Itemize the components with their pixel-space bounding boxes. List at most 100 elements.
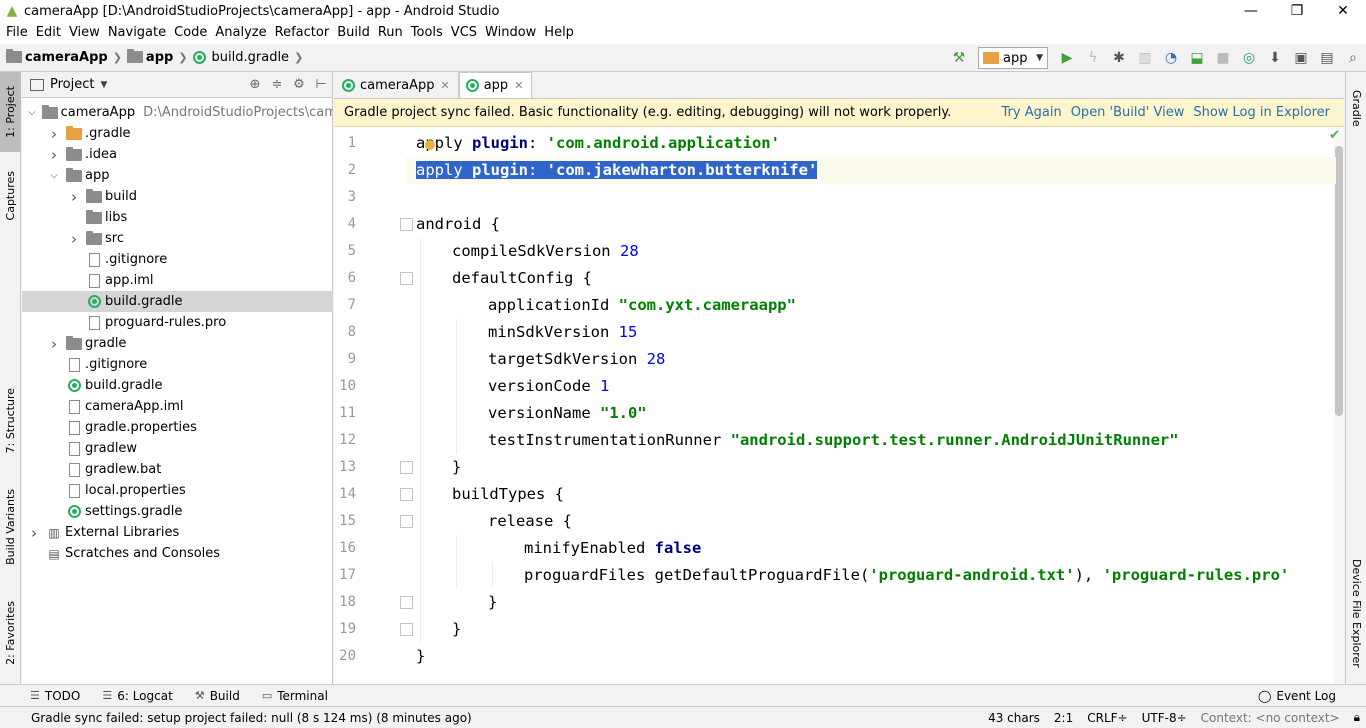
- tree-item[interactable]: build.gradle: [22, 375, 333, 396]
- run-icon[interactable]: ▶: [1054, 46, 1080, 70]
- menu-help[interactable]: Help: [540, 22, 578, 44]
- code-area[interactable]: 1 2 3 4 5 6 7 8 9 10 11 12 13 14 15 16 17 18 19 20 ✔ apply …: [334, 128, 1344, 684]
- status-line-separator[interactable]: CRLF÷: [1087, 711, 1127, 725]
- close-icon[interactable]: ✕: [440, 79, 449, 92]
- tool-tab-build-variants[interactable]: Build Variants: [0, 478, 21, 576]
- fold-marker-icon[interactable]: [400, 596, 413, 609]
- tree-item[interactable]: app.iml: [22, 270, 333, 291]
- fold-marker-icon[interactable]: [400, 515, 413, 528]
- intention-bulb-icon[interactable]: [425, 140, 435, 150]
- tree-item[interactable]: libs: [22, 207, 333, 228]
- try-again-link[interactable]: Try Again: [1002, 105, 1062, 120]
- chevron-right-icon[interactable]: ›: [48, 335, 60, 353]
- gear-icon[interactable]: ⚙: [288, 77, 310, 92]
- status-context[interactable]: Context: <no context>: [1201, 711, 1340, 725]
- fold-marker-icon[interactable]: [400, 623, 413, 636]
- tree-item[interactable]: .gitignore: [22, 354, 333, 375]
- tab-cameraapp[interactable]: cameraApp ✕: [336, 72, 459, 98]
- menu-view[interactable]: View: [65, 22, 104, 44]
- tool-build[interactable]: ⚒ Build: [195, 689, 240, 703]
- fold-marker-icon[interactable]: [400, 272, 413, 285]
- status-message[interactable]: Gradle sync failed: setup project failed…: [0, 711, 472, 725]
- hide-panel-icon[interactable]: ⊢: [310, 77, 332, 92]
- tool-terminal[interactable]: ▭ Terminal: [262, 689, 328, 703]
- tab-app[interactable]: app ✕: [458, 72, 533, 98]
- locate-file-icon[interactable]: ⊕: [244, 77, 266, 92]
- fold-marker-icon[interactable]: [400, 218, 413, 231]
- stop-icon[interactable]: ■: [1210, 46, 1236, 70]
- menu-build[interactable]: Build: [333, 22, 374, 44]
- tree-item[interactable]: proguard-rules.pro: [22, 312, 333, 333]
- chevron-down-icon[interactable]: ⌵: [48, 170, 60, 181]
- apply-changes-icon[interactable]: ϟ: [1080, 46, 1106, 70]
- project-structure-icon[interactable]: ▤: [1314, 46, 1340, 70]
- search-icon[interactable]: ⌕: [1340, 46, 1366, 70]
- chevron-right-icon[interactable]: ›: [68, 188, 80, 206]
- minimize-button[interactable]: —: [1228, 0, 1274, 22]
- chevron-right-icon[interactable]: ›: [48, 125, 60, 143]
- run-with-coverage-icon[interactable]: ▥: [1132, 46, 1158, 70]
- tree-item[interactable]: .gitignore: [22, 249, 333, 270]
- make-project-hammer-icon[interactable]: ⚒: [946, 46, 972, 70]
- tool-tab-device-file-explorer[interactable]: Device File Explorer: [1346, 550, 1366, 676]
- tree-item[interactable]: ▤ Scratches and Consoles: [22, 543, 333, 564]
- fold-marker-icon[interactable]: [400, 488, 413, 501]
- attach-debugger-icon[interactable]: ⬓: [1184, 46, 1210, 70]
- close-button[interactable]: ✕: [1320, 0, 1366, 22]
- tool-logcat[interactable]: ☰ 6: Logcat: [102, 689, 172, 703]
- sync-gradle-icon[interactable]: ◎: [1236, 46, 1262, 70]
- menu-run[interactable]: Run: [374, 22, 407, 44]
- tool-event-log[interactable]: ◯ Event Log: [1258, 689, 1336, 703]
- chevron-right-icon[interactable]: ›: [48, 146, 60, 164]
- tool-tab-structure[interactable]: 7: Structure: [0, 376, 21, 466]
- tool-tab-captures[interactable]: Captures: [0, 160, 21, 232]
- chevron-right-icon[interactable]: ›: [68, 230, 80, 248]
- show-log-in-explorer-link[interactable]: Show Log in Explorer: [1193, 105, 1330, 120]
- breadcrumb-module[interactable]: app: [126, 48, 173, 65]
- open-build-view-link[interactable]: Open 'Build' View: [1071, 105, 1185, 120]
- close-icon[interactable]: ✕: [514, 79, 523, 92]
- run-configuration-select[interactable]: app ▼: [978, 47, 1048, 69]
- fold-marker-icon[interactable]: [400, 461, 413, 474]
- menu-vcs[interactable]: VCS: [447, 22, 481, 44]
- tree-item[interactable]: › src: [22, 228, 333, 249]
- menu-analyze[interactable]: Analyze: [211, 22, 270, 44]
- profile-icon[interactable]: ◔: [1158, 46, 1184, 70]
- breadcrumb-project[interactable]: cameraApp: [6, 48, 108, 65]
- sdk-manager-icon[interactable]: ▣: [1288, 46, 1314, 70]
- tree-item[interactable]: settings.gradle: [22, 501, 333, 522]
- lock-icon[interactable]: 🔒︎: [1354, 710, 1360, 725]
- menu-file[interactable]: File: [2, 22, 32, 44]
- tool-tab-project[interactable]: 1: Project: [0, 72, 21, 152]
- tree-item[interactable]: ⌵ cameraApp D:\AndroidStudioProjects\camer…: [22, 102, 333, 123]
- project-view-select[interactable]: Project: [50, 77, 94, 92]
- menu-tools[interactable]: Tools: [407, 22, 447, 44]
- tree-item[interactable]: gradlew: [22, 438, 333, 459]
- tree-item[interactable]: local.properties: [22, 480, 333, 501]
- status-encoding[interactable]: UTF-8÷: [1142, 711, 1187, 725]
- avd-manager-icon[interactable]: ⬇: [1262, 46, 1288, 70]
- menu-refactor[interactable]: Refactor: [271, 22, 334, 44]
- menu-window[interactable]: Window: [481, 22, 540, 44]
- tool-todo[interactable]: ☰ TODO: [30, 689, 80, 703]
- tool-tab-favorites[interactable]: 2: Favorites: [0, 590, 21, 676]
- tree-item[interactable]: build.gradle: [22, 291, 333, 312]
- tree-item[interactable]: › build: [22, 186, 333, 207]
- tree-item[interactable]: › gradle: [22, 333, 333, 354]
- menu-navigate[interactable]: Navigate: [104, 22, 170, 44]
- tool-tab-gradle[interactable]: Gradle: [1346, 78, 1366, 138]
- tree-item[interactable]: › ▥ External Libraries: [22, 522, 333, 543]
- tree-item[interactable]: ⌵ app: [22, 165, 333, 186]
- status-caret-position[interactable]: 2:1: [1054, 711, 1073, 725]
- breadcrumb-file[interactable]: build.gradle: [192, 50, 289, 65]
- chevron-right-icon[interactable]: ›: [28, 524, 40, 542]
- tree-item[interactable]: cameraApp.iml: [22, 396, 333, 417]
- tree-item[interactable]: › .gradle: [22, 123, 333, 144]
- chevron-down-icon[interactable]: ▼: [100, 80, 107, 90]
- tree-item[interactable]: › .idea: [22, 144, 333, 165]
- editor-scrollbar[interactable]: [1334, 128, 1344, 684]
- debug-icon[interactable]: ✱: [1106, 46, 1132, 70]
- menu-code[interactable]: Code: [170, 22, 211, 44]
- tree-item[interactable]: gradle.properties: [22, 417, 333, 438]
- tree-item[interactable]: gradlew.bat: [22, 459, 333, 480]
